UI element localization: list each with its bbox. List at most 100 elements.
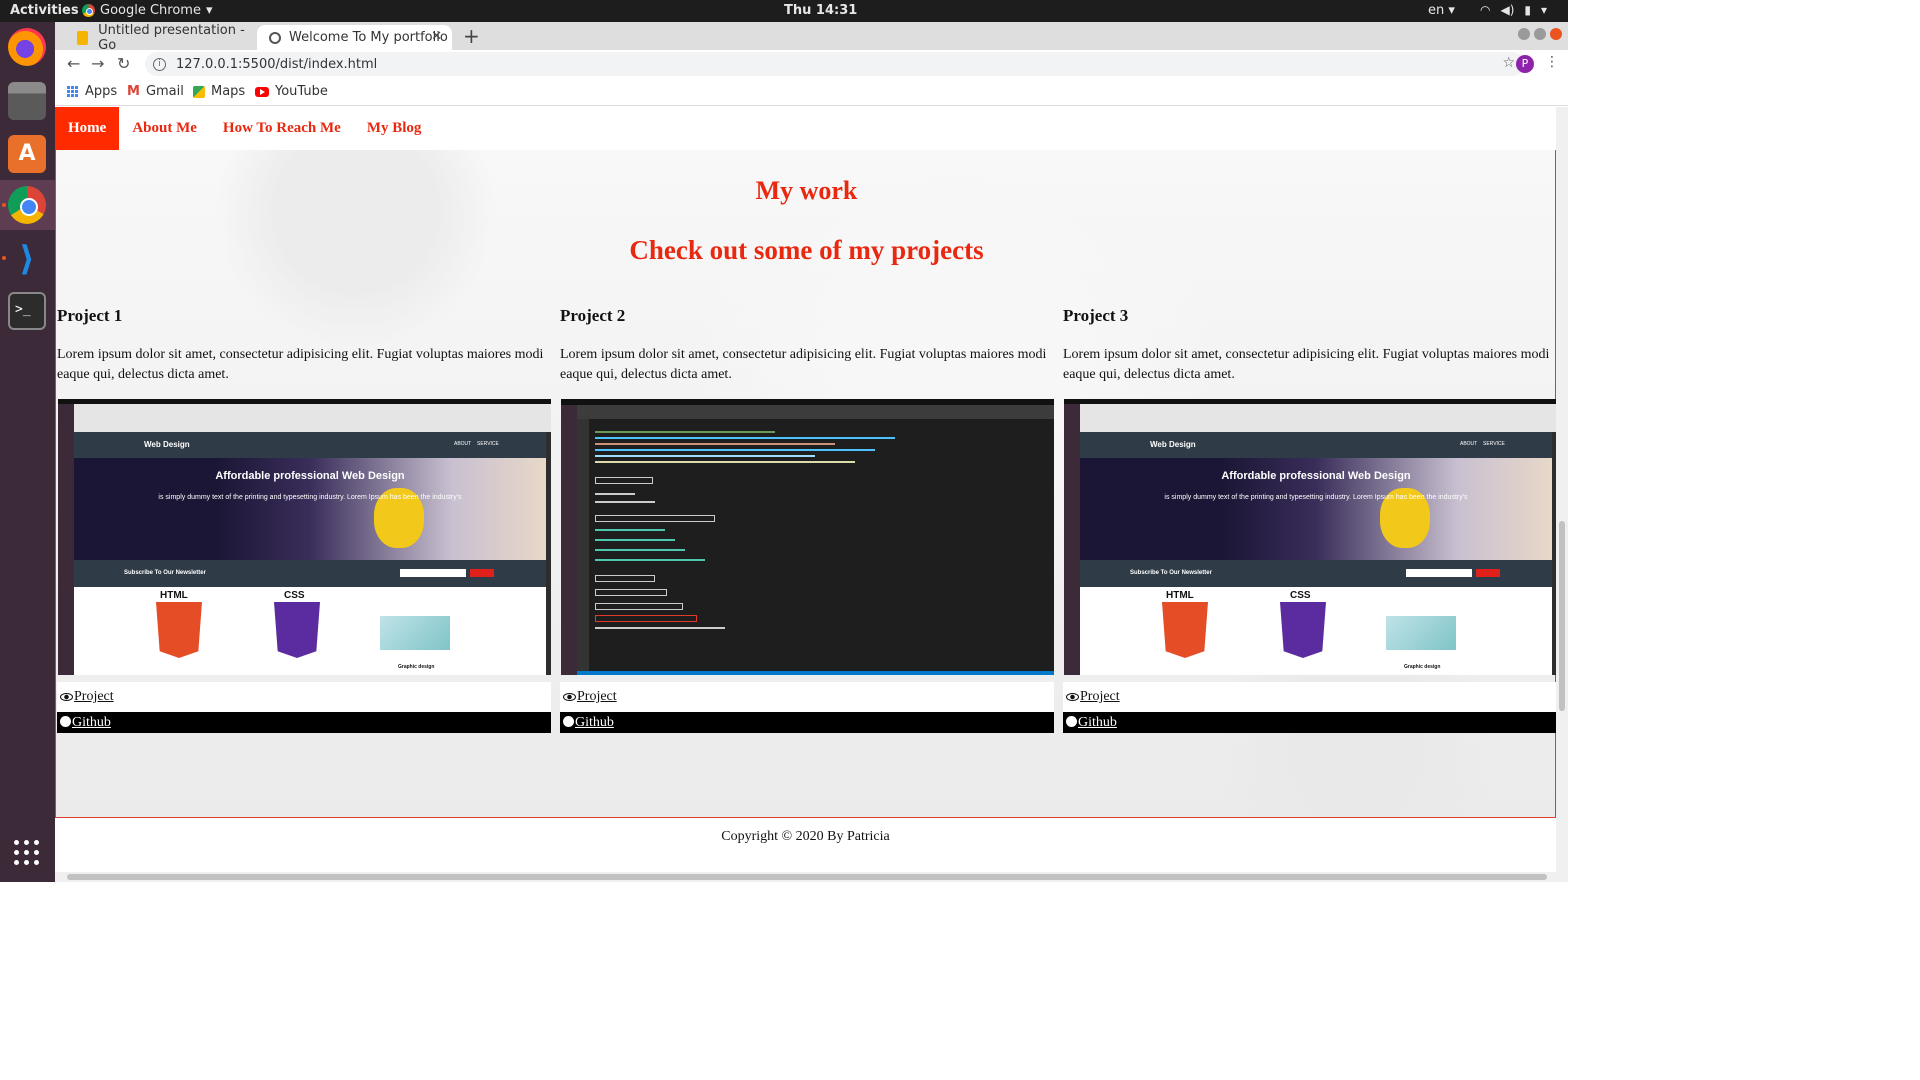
- thumb-subtitle: is simply dummy text of the printing and…: [1164, 494, 1468, 501]
- bookmark-label: YouTube: [275, 84, 328, 99]
- bookmark-label: Gmail: [145, 84, 184, 99]
- app-menu-label: Google Chrome: [100, 3, 201, 18]
- project-card: Project 1 Lorem ipsum dolor sit amet, co…: [57, 306, 551, 733]
- volume-icon: ◀): [1500, 3, 1515, 17]
- chevron-down-icon: ▾: [1541, 3, 1548, 17]
- project-link[interactable]: Project: [560, 682, 1054, 712]
- close-window-button[interactable]: [1550, 28, 1562, 40]
- project-description: Lorem ipsum dolor sit amet, consectetur …: [1063, 347, 1550, 382]
- github-icon: [1066, 716, 1077, 727]
- thumb-title: Affordable professional Web Design: [215, 470, 405, 482]
- project-link[interactable]: Project: [57, 682, 551, 712]
- scrollbar-thumb[interactable]: [1559, 521, 1565, 711]
- project-description: Lorem ipsum dolor sit amet, consectetur …: [57, 347, 544, 382]
- tab-portfolio[interactable]: Welcome To My portfolio ✕: [257, 25, 452, 50]
- minimize-button[interactable]: [1518, 28, 1530, 40]
- eye-icon: [1066, 693, 1079, 701]
- nav-about-me[interactable]: About Me: [119, 107, 210, 150]
- scrollbar-thumb[interactable]: [67, 874, 1547, 880]
- close-icon[interactable]: ✕: [431, 29, 442, 44]
- launcher-dock: A ⟩ >_: [0, 22, 55, 882]
- thumb-graphic-label: Graphic design: [398, 664, 435, 670]
- maximize-button[interactable]: [1534, 28, 1546, 40]
- project-link[interactable]: Project: [1063, 682, 1556, 712]
- bookmark-youtube[interactable]: YouTube: [255, 84, 328, 99]
- tab-untitled-presentation[interactable]: Untitled presentation - Go: [65, 22, 255, 53]
- thumb-html-label: HTML: [160, 590, 188, 601]
- forward-arrow-icon[interactable]: →: [91, 54, 104, 73]
- thumb-brand: Web Design: [144, 440, 190, 449]
- address-bar[interactable]: i 127.0.0.1:5500/dist/index.html ☆: [145, 52, 1525, 76]
- css3-logo-icon: [274, 602, 320, 658]
- back-arrow-icon[interactable]: ←: [67, 54, 80, 73]
- profile-avatar[interactable]: P: [1516, 55, 1534, 73]
- project-screenshot: Web Design ABOUT SERVICE Affordable prof…: [1064, 399, 1556, 675]
- bookmark-maps[interactable]: Maps: [193, 84, 245, 99]
- thumb-brand: Web Design: [1150, 440, 1196, 449]
- github-link[interactable]: Github: [560, 712, 1054, 733]
- firefox-icon[interactable]: [8, 28, 46, 66]
- reload-icon[interactable]: ↻: [117, 54, 130, 73]
- project-link-label: Project: [1080, 689, 1120, 704]
- nav-home[interactable]: Home: [55, 107, 120, 150]
- project-screenshot: [561, 399, 1054, 675]
- vscode-icon[interactable]: ⟩: [8, 240, 46, 278]
- url-text[interactable]: 127.0.0.1:5500/dist/index.html: [176, 57, 377, 72]
- nav-my-blog[interactable]: My Blog: [354, 107, 435, 150]
- system-tray[interactable]: ◠ ◀) ▮ ▾: [1480, 3, 1547, 17]
- nav-how-to-reach-me[interactable]: How To Reach Me: [210, 107, 354, 150]
- thumb-css-label: CSS: [1290, 590, 1311, 601]
- chrome-icon[interactable]: [8, 186, 46, 224]
- info-icon[interactable]: i: [153, 57, 166, 71]
- thumb-nav-item: SERVICE: [477, 441, 499, 447]
- bookmark-label: Maps: [211, 84, 246, 99]
- bookmark-apps[interactable]: Apps: [67, 84, 117, 99]
- globe-icon: [269, 31, 281, 44]
- tab-label: Untitled presentation - Go: [98, 22, 245, 53]
- project-title: Project 1: [57, 306, 123, 325]
- gmail-icon: M: [127, 84, 140, 99]
- clock[interactable]: Thu 14:31: [784, 3, 857, 18]
- bookmark-gmail[interactable]: M Gmail: [127, 84, 184, 99]
- tab-label: Welcome To My portfolio: [289, 30, 448, 45]
- html5-logo-icon: [156, 602, 202, 658]
- software-store-icon[interactable]: A: [8, 135, 46, 173]
- wifi-icon: ◠: [1480, 3, 1491, 17]
- browser-tab-strip: Untitled presentation - Go Welcome To My…: [55, 22, 1568, 53]
- system-top-bar: Activities Google Chrome ▾ Thu 14:31 en …: [0, 0, 1568, 22]
- project-title: Project 2: [560, 306, 626, 325]
- project-screenshot: Web Design ABOUT SERVICE Affordable prof…: [58, 399, 551, 675]
- app-menu[interactable]: Google Chrome ▾: [82, 3, 213, 18]
- terminal-icon[interactable]: >_: [8, 292, 46, 330]
- chrome-icon: [82, 4, 95, 17]
- show-applications-icon[interactable]: [14, 840, 40, 866]
- chevron-down-icon: ▾: [205, 3, 213, 18]
- menu-icon[interactable]: ⋮: [1545, 54, 1559, 70]
- project-link-label: Project: [577, 689, 617, 704]
- maps-icon: [193, 85, 205, 98]
- window-controls: [1518, 28, 1562, 40]
- activities-button[interactable]: Activities: [10, 3, 79, 18]
- thumb-newsletter: Subscribe To Our Newsletter: [124, 570, 206, 576]
- github-link-label: Github: [575, 715, 614, 730]
- eye-icon: [60, 693, 73, 701]
- github-link[interactable]: Github: [57, 712, 551, 733]
- new-tab-button[interactable]: +: [463, 24, 480, 48]
- thumb-css-label: CSS: [284, 590, 305, 601]
- language-indicator[interactable]: en ▾: [1428, 3, 1455, 18]
- github-icon: [60, 716, 71, 727]
- files-icon[interactable]: [8, 82, 46, 120]
- github-link[interactable]: Github: [1063, 712, 1556, 733]
- github-link-label: Github: [1078, 715, 1117, 730]
- language-label: en: [1428, 3, 1445, 18]
- vertical-scrollbar[interactable]: [1556, 107, 1568, 882]
- css3-logo-icon: [1280, 602, 1326, 658]
- work-section: My work Check out some of my projects Pr…: [55, 150, 1556, 818]
- battery-icon: ▮: [1524, 3, 1532, 17]
- thumb-subtitle: is simply dummy text of the printing and…: [158, 494, 462, 501]
- horizontal-scrollbar[interactable]: [55, 872, 1556, 882]
- web-page: Home About Me How To Reach Me My Blog My…: [55, 107, 1556, 872]
- bookmark-star-icon[interactable]: ☆: [1502, 55, 1515, 71]
- page-footer: Copyright © 2020 By Patricia: [55, 829, 1556, 845]
- thumb-graphic-label: Graphic design: [1404, 664, 1441, 670]
